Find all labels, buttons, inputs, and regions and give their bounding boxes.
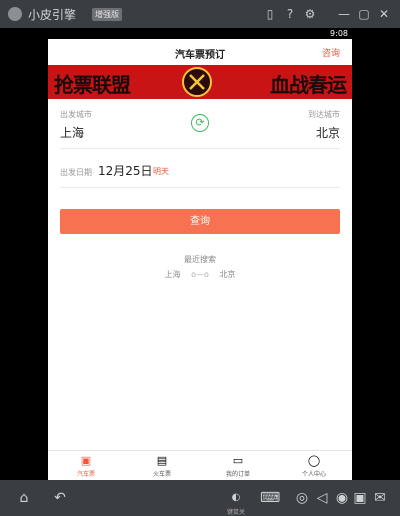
tab-bus[interactable]: ▣ 汽车票	[48, 451, 124, 480]
help-icon[interactable]: ?	[282, 6, 298, 22]
status-bar: 9:08	[48, 28, 352, 39]
keymap-toggle-icon[interactable]: ◐	[226, 488, 246, 508]
divider	[60, 148, 340, 149]
home-icon[interactable]: ⌂	[14, 488, 34, 508]
from-city-label: 出发城市	[60, 110, 92, 119]
tab-label: 火车票	[152, 471, 171, 478]
back-icon[interactable]: ↶	[50, 488, 70, 508]
tab-label: 汽车票	[76, 471, 95, 478]
emulator-app-name: 小皮引擎	[28, 8, 77, 22]
to-city[interactable]: 北京	[316, 124, 340, 141]
phone-icon[interactable]: ▯	[262, 6, 278, 22]
gamepad-icon[interactable]: ◎	[292, 488, 312, 508]
close-icon[interactable]: ✕	[376, 6, 392, 22]
maximize-icon[interactable]: ▢	[356, 6, 372, 22]
minimize-icon[interactable]: —	[336, 6, 352, 22]
search-button[interactable]: 查询	[60, 209, 340, 234]
banner-left-text: 抢票联盟	[54, 73, 131, 97]
tab-train[interactable]: ▤ 火车票	[124, 451, 200, 480]
from-city[interactable]: 上海	[60, 124, 84, 141]
emulator-bottombar: ⌂ ↶ ◐ 键鼠关 ⌨ ◎ ◁ ◉ ▣ ✉	[0, 480, 400, 516]
gift-icon[interactable]: ✉	[370, 488, 390, 508]
departure-date[interactable]: 12月25日	[98, 162, 153, 179]
keymap-label: 键鼠关	[226, 509, 245, 516]
phone-screen: 9:08 汽车票预订 咨询 抢票联盟 血战春运 出发城市 上海 ⟳ 到达城市 北…	[48, 28, 352, 480]
train-icon: ▤	[156, 454, 168, 467]
to-city-label: 到达城市	[308, 110, 340, 119]
divider	[60, 187, 340, 188]
consult-link[interactable]: 咨询	[322, 46, 340, 59]
tab-label: 个人中心	[301, 471, 326, 478]
bus-icon: ▣	[80, 454, 92, 467]
record-icon[interactable]: ◉	[332, 488, 352, 508]
banner-emblem-icon	[182, 67, 212, 97]
edition-badge: 增强版	[92, 8, 122, 21]
recent-from: 上海	[164, 270, 181, 279]
tab-profile[interactable]: ◯ 个人中心	[276, 451, 352, 480]
recent-to: 北京	[219, 270, 236, 279]
app-logo-icon	[8, 7, 22, 21]
date-label: 出发日期	[60, 168, 92, 177]
status-time: 9:08	[330, 29, 348, 38]
route-arrow-icon: o—o	[191, 270, 209, 279]
tab-label: 我的订单	[225, 471, 250, 478]
order-icon: ▭	[232, 454, 244, 467]
recent-search-title: 最近搜索	[184, 255, 216, 264]
swap-cities-icon[interactable]: ⟳	[191, 114, 209, 132]
promo-banner[interactable]: 抢票联盟 血战春运	[48, 65, 352, 99]
volume-icon[interactable]: ◁	[312, 488, 332, 508]
clipboard-icon[interactable]: ▣	[350, 488, 370, 508]
recent-search-item[interactable]: 上海 o—o 北京	[48, 269, 352, 280]
tab-orders[interactable]: ▭ 我的订单	[200, 451, 276, 480]
date-hint: 明天	[153, 167, 169, 176]
page-title: 汽车票预订	[175, 50, 225, 61]
keyboard-icon[interactable]: ⌨	[260, 488, 280, 508]
banner-right-text: 血战春运	[270, 73, 347, 97]
gear-icon[interactable]: ⚙	[302, 6, 318, 22]
user-icon: ◯	[307, 454, 321, 467]
emulator-titlebar: 小皮引擎 增强版 ▯ ? ⚙ — ▢ ✕	[0, 0, 400, 28]
page-header: 汽车票预订 咨询	[48, 39, 352, 65]
bottom-tab-bar: ▣ 汽车票 ▤ 火车票 ▭ 我的订单 ◯ 个人中心	[48, 450, 352, 480]
